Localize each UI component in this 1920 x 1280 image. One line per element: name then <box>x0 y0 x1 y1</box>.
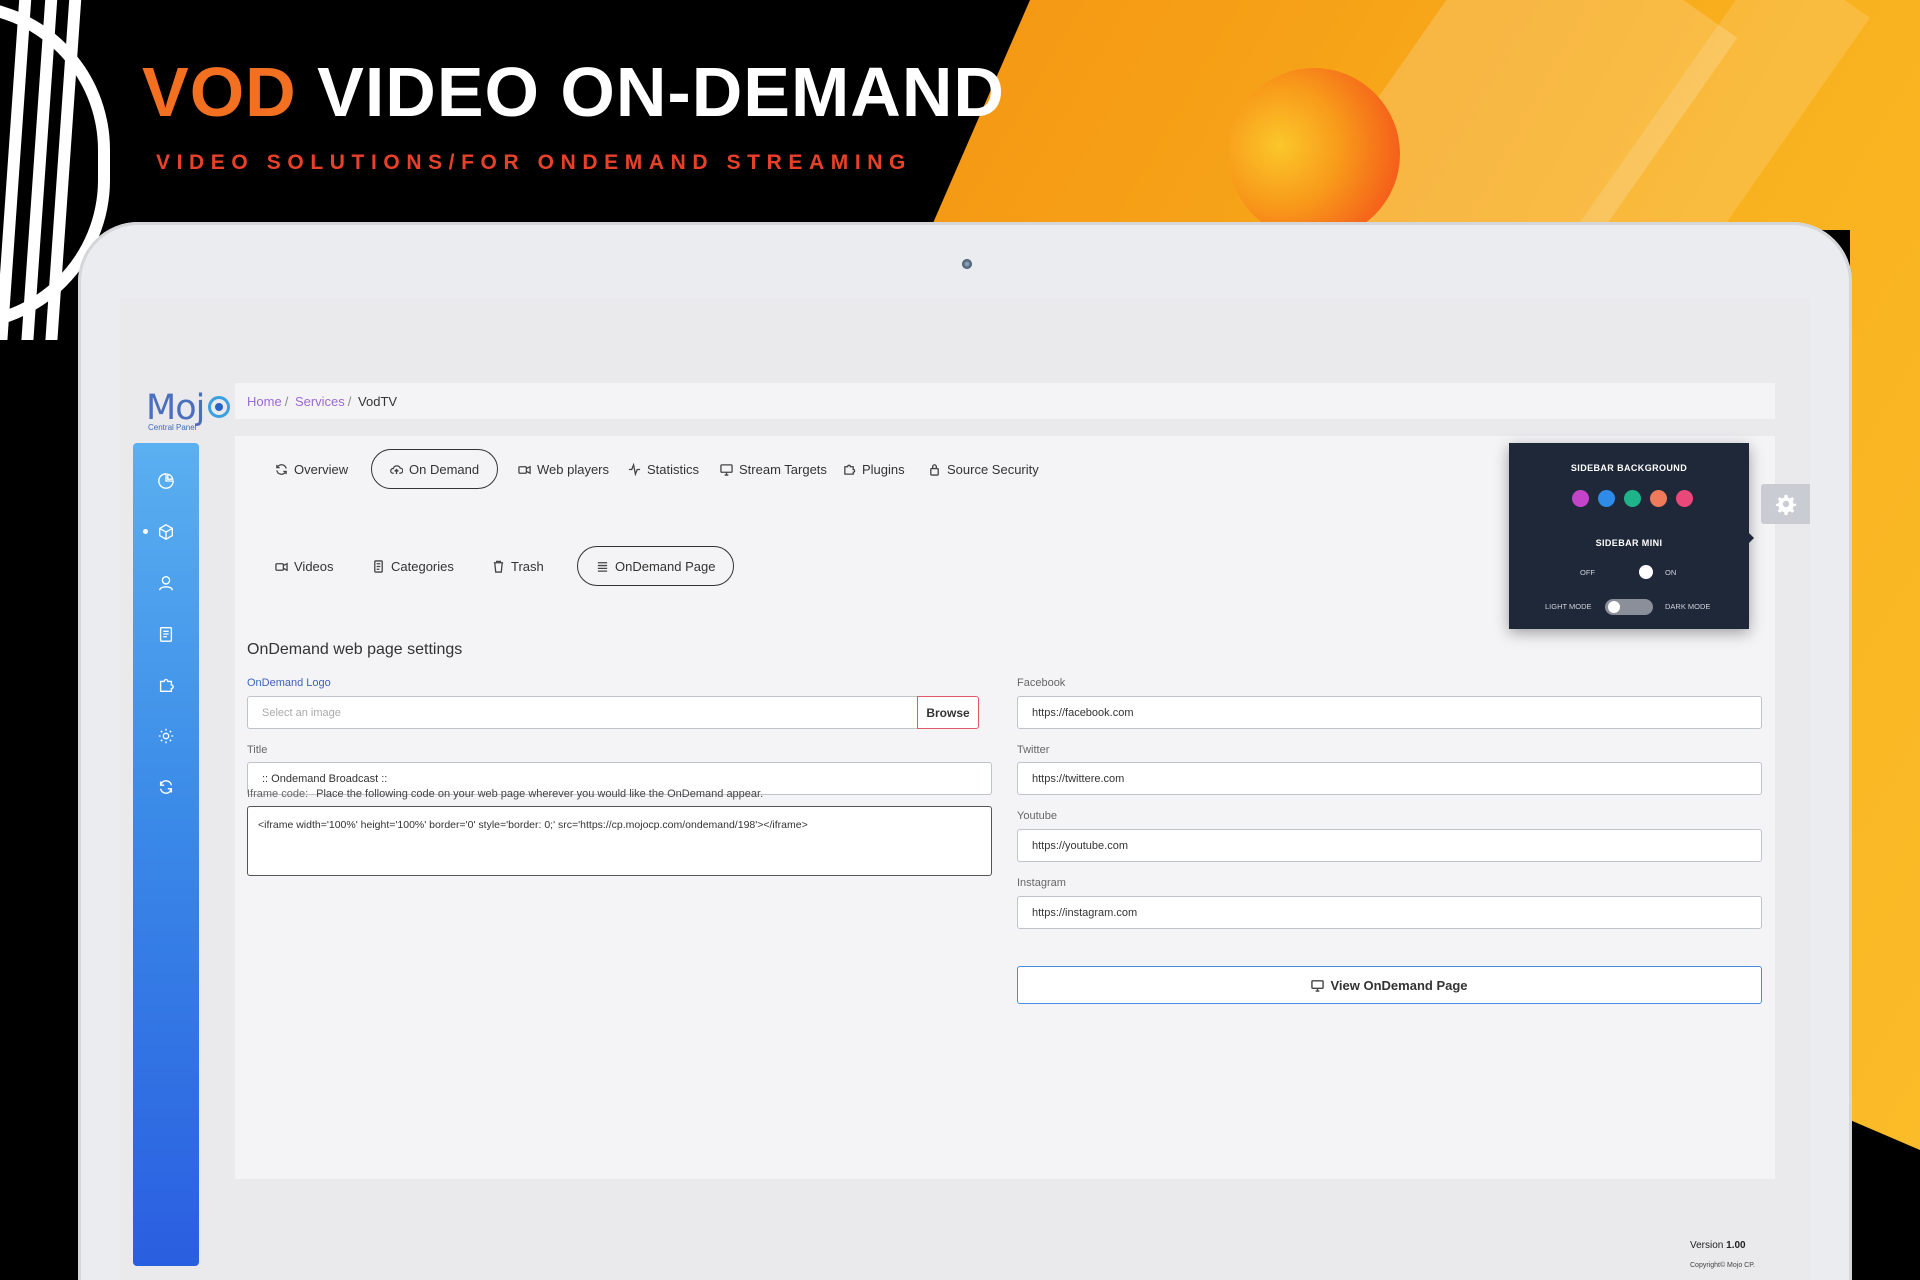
breadcrumb-home[interactable]: Home <box>247 394 282 409</box>
refresh-icon[interactable] <box>153 774 179 800</box>
active-indicator <box>143 529 148 534</box>
sidebar-background-title: SIDEBAR BACKGROUND <box>1570 463 1688 473</box>
logo-ring-icon <box>208 396 230 418</box>
settings-toggle-button[interactable] <box>1761 484 1810 524</box>
iframe-label: Iframe code: <box>247 788 309 800</box>
version-info: Version 1.00 <box>1690 1240 1746 1251</box>
dark-mode-label: DARK MODE <box>1665 602 1711 611</box>
hero-title-rest: VIDEO ON-DEMAND <box>317 53 1005 131</box>
light-mode-label: LIGHT MODE <box>1545 602 1592 611</box>
gear-icon[interactable] <box>153 723 179 749</box>
version-value: 1.00 <box>1726 1240 1746 1251</box>
section-title: OnDemand web page settings <box>247 641 463 658</box>
swatch-blue[interactable] <box>1598 490 1615 507</box>
title-label: Title <box>247 744 268 756</box>
hero-subtitle: VIDEO SOLUTIONS/FOR ONDEMAND STREAMING <box>156 151 912 174</box>
brand-logo[interactable]: Moj <box>146 388 205 428</box>
sidebar-mini-toggle[interactable] <box>1639 565 1653 579</box>
lock-icon <box>930 463 939 476</box>
hero-title-accent: VOD <box>142 53 297 131</box>
sun-graphic <box>1228 68 1400 240</box>
iframe-code-textarea[interactable]: <iframe width='100%' height='100%' borde… <box>247 806 992 876</box>
activity-icon <box>628 462 641 476</box>
camera-icon <box>962 259 972 269</box>
logo-label: OnDemand Logo <box>247 677 331 689</box>
gear-icon <box>1775 494 1797 515</box>
iframe-help-text: Place the following code on your web pag… <box>316 788 764 800</box>
tab-plugins[interactable]: Plugins <box>825 449 923 489</box>
puzzle-icon[interactable] <box>153 672 179 698</box>
monitor-icon <box>720 463 733 476</box>
tab-label: Plugins <box>862 461 905 477</box>
brand-tagline: Central Panel <box>148 423 197 432</box>
version-label: Version <box>1690 1240 1724 1251</box>
tab-label: Web players <box>537 461 610 477</box>
app-screen: Moj Central Panel Home / Services / VodTV <box>120 298 1810 1280</box>
hero-title: VOD VIDEO ON-DEMAND <box>142 52 1005 132</box>
breadcrumb-current: VodTV <box>358 394 398 409</box>
box-icon[interactable] <box>153 519 179 545</box>
tab-label: Trash <box>511 558 544 574</box>
trash-icon <box>493 560 504 573</box>
tab-statistics[interactable]: Statistics <box>610 449 717 489</box>
user-icon[interactable] <box>153 570 179 596</box>
theme-settings-popup: SIDEBAR BACKGROUND SIDEBAR MINI OFF ON L… <box>1509 443 1749 629</box>
facebook-label: Facebook <box>1017 677 1066 689</box>
tab-overview[interactable]: Overview <box>257 449 366 489</box>
tab-on-demand[interactable]: On Demand <box>371 449 499 489</box>
on-label: ON <box>1665 568 1677 577</box>
youtube-input[interactable]: https://youtube.com <box>1017 829 1762 862</box>
sidebar <box>133 443 199 1266</box>
facebook-input[interactable]: https://facebook.com <box>1017 696 1762 729</box>
list-icon <box>597 561 608 572</box>
tab-stream-targets[interactable]: Stream Targets <box>702 449 845 489</box>
twitter-input[interactable]: https://twittere.com <box>1017 762 1762 795</box>
video-camera-icon <box>518 465 531 474</box>
document-icon <box>374 559 383 573</box>
browse-button[interactable]: Browse <box>917 696 979 729</box>
swatch-orange[interactable] <box>1650 490 1667 507</box>
instagram-input[interactable]: https://instagram.com <box>1017 896 1762 929</box>
breadcrumb: Home / Services / VodTV <box>235 383 1775 419</box>
tab-ondemand-page[interactable]: OnDemand Page <box>577 546 735 586</box>
dark-mode-toggle-knob <box>1608 601 1620 613</box>
clipboard-icon[interactable] <box>153 621 179 647</box>
video-camera-icon <box>275 562 288 571</box>
tab-label: OnDemand Page <box>615 558 716 574</box>
youtube-label: Youtube <box>1017 810 1057 822</box>
tab-label: Statistics <box>647 461 700 477</box>
swatch-green[interactable] <box>1624 490 1641 507</box>
tab-videos[interactable]: Videos <box>257 546 352 586</box>
breadcrumb-services[interactable]: Services <box>295 394 345 409</box>
tab-web-players[interactable]: Web players <box>500 449 627 489</box>
tab-label: Videos <box>294 558 334 574</box>
instagram-label: Instagram <box>1017 877 1066 889</box>
copyright: Copyright© Mojo CP. <box>1690 1262 1755 1269</box>
tab-label: Overview <box>294 461 349 477</box>
view-ondemand-page-button[interactable]: View OnDemand Page <box>1017 966 1762 1004</box>
tab-label: Categories <box>391 558 454 574</box>
off-label: OFF <box>1580 568 1595 577</box>
cloud-upload-icon <box>390 464 403 474</box>
sidebar-mini-title: SIDEBAR MINI <box>1595 538 1663 548</box>
popup-arrow <box>1747 531 1754 545</box>
iframe-help: Iframe code: Place the following code on … <box>247 788 763 800</box>
monitor-icon <box>1311 979 1325 992</box>
tab-source-security[interactable]: Source Security <box>910 449 1057 489</box>
logo-input[interactable]: Select an image <box>247 696 919 729</box>
view-button-label: View OnDemand Page <box>1330 977 1468 993</box>
tab-label: On Demand <box>409 461 480 477</box>
swatch-pink[interactable] <box>1676 490 1693 507</box>
tab-categories[interactable]: Categories <box>354 546 472 586</box>
puzzle-icon <box>844 464 856 475</box>
tab-label: Source Security <box>947 461 1039 477</box>
twitter-label: Twitter <box>1017 744 1050 756</box>
tab-label: Stream Targets <box>739 461 827 477</box>
tab-trash[interactable]: Trash <box>474 546 562 586</box>
refresh-icon <box>276 463 287 475</box>
pie-chart-icon[interactable] <box>153 468 179 494</box>
swatch-purple[interactable] <box>1572 490 1589 507</box>
